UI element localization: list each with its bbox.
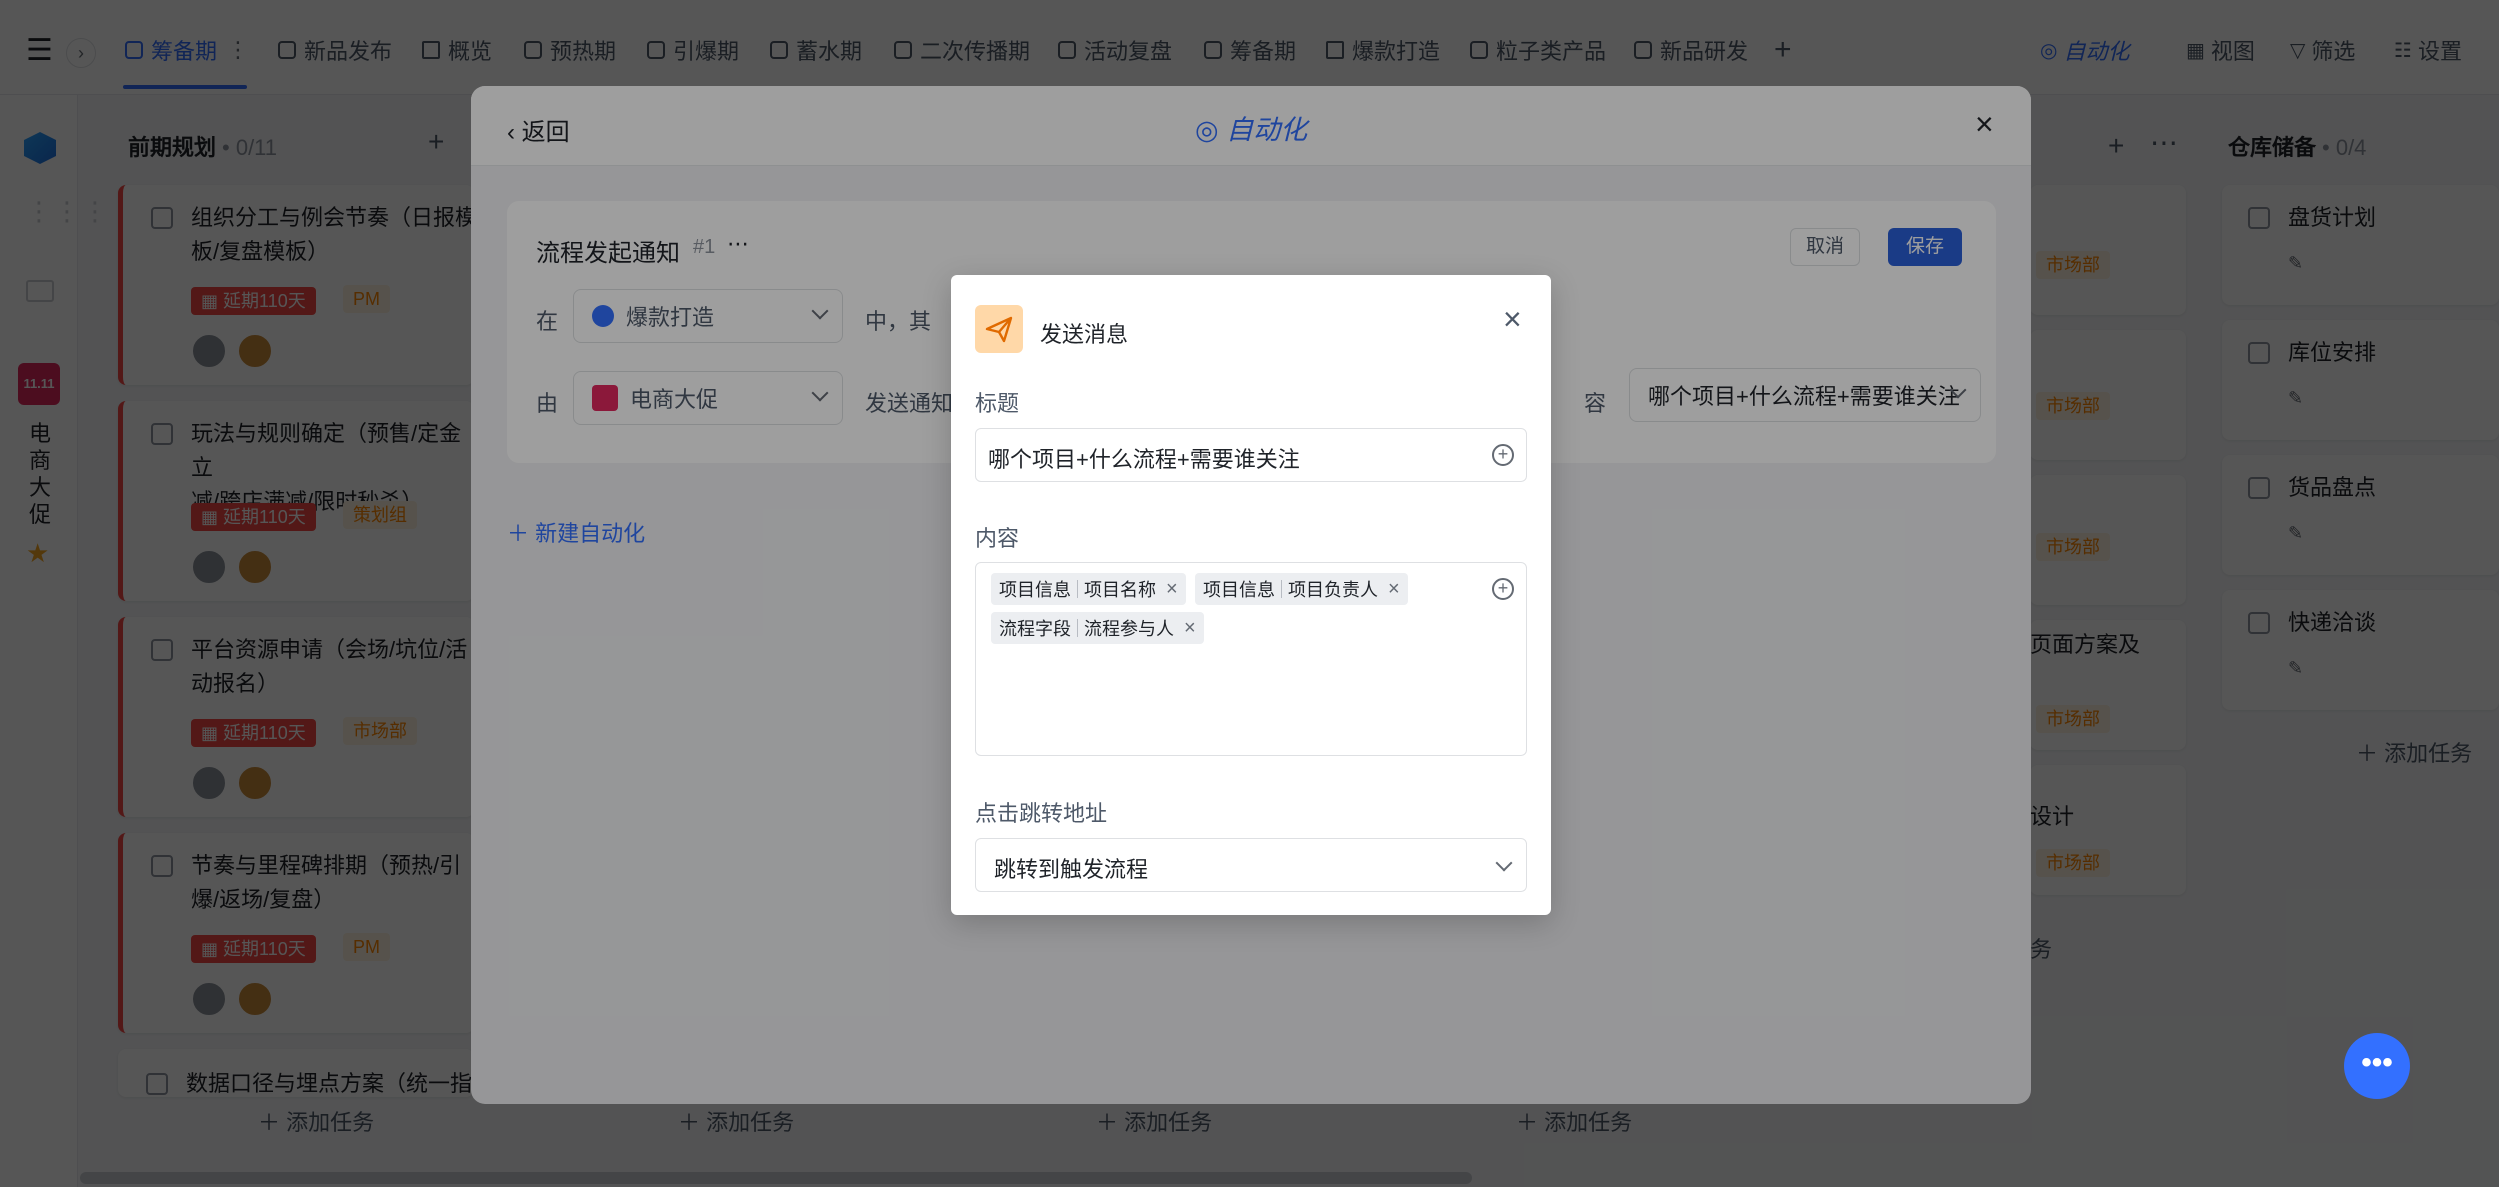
insert-field-plus-icon[interactable]: + xyxy=(1492,578,1514,600)
insert-field-plus-icon[interactable]: + xyxy=(1492,444,1514,466)
jump-url-value: 跳转到触发流程 xyxy=(994,857,1149,882)
field-chip[interactable]: 项目信息 项目名称 × xyxy=(991,573,1186,605)
field-chip[interactable]: 项目信息 项目负责人 × xyxy=(1195,573,1408,605)
chip-group: 流程字段 xyxy=(999,619,1071,639)
chip-field: 项目名称 xyxy=(1084,580,1156,600)
jump-url-select[interactable]: 跳转到触发流程 xyxy=(975,838,1527,892)
chip-group: 项目信息 xyxy=(999,580,1071,600)
content-field-label: 内容 xyxy=(975,526,1020,551)
close-icon[interactable]: × xyxy=(1503,301,1522,338)
title-field-label: 标题 xyxy=(975,391,1020,416)
chat-assistant-button[interactable]: ••• xyxy=(2344,1033,2410,1099)
chip-field: 项目负责人 xyxy=(1288,580,1378,600)
chip-group: 项目信息 xyxy=(1203,580,1275,600)
title-field[interactable]: 哪个项目+什么流程+需要谁关注 + xyxy=(975,428,1527,482)
send-message-icon xyxy=(975,305,1023,353)
title-field-value: 哪个项目+什么流程+需要谁关注 xyxy=(988,447,1300,472)
dialog-title: 发送消息 xyxy=(1040,322,1129,347)
chip-field: 流程参与人 xyxy=(1084,619,1174,639)
remove-chip-icon[interactable]: × xyxy=(1184,617,1196,640)
remove-chip-icon[interactable]: × xyxy=(1388,578,1400,601)
jump-url-label: 点击跳转地址 xyxy=(975,801,1108,826)
content-field[interactable]: 项目信息 项目名称 × 项目信息 项目负责人 × 流程字段 流程参与人 × + xyxy=(975,562,1527,756)
chevron-down-icon xyxy=(1495,854,1513,872)
send-message-dialog: 发送消息 × 标题 哪个项目+什么流程+需要谁关注 + 内容 项目信息 项目名称 ×… xyxy=(951,275,1551,915)
field-chip[interactable]: 流程字段 流程参与人 × xyxy=(991,612,1204,644)
remove-chip-icon[interactable]: × xyxy=(1166,578,1178,601)
